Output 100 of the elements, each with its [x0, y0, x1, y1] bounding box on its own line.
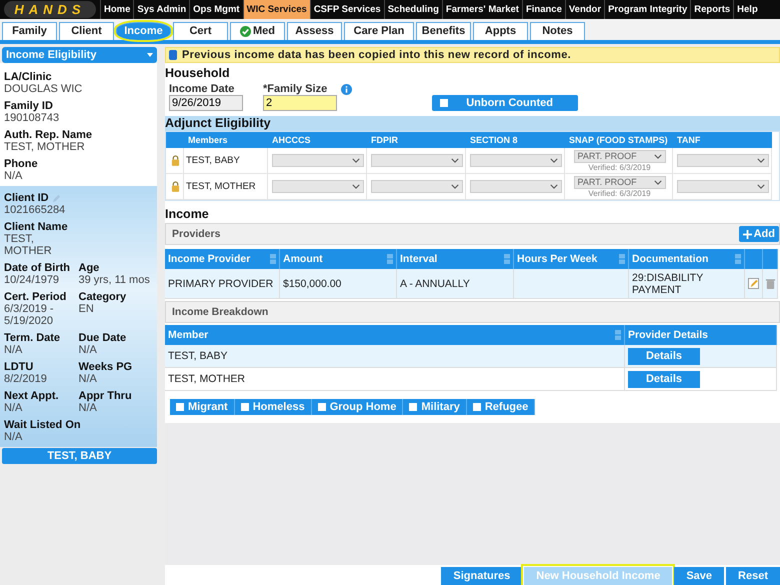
details-button[interactable]: Details [628, 348, 700, 364]
pencil-icon[interactable] [52, 194, 61, 202]
tab[interactable]: Care Plan [344, 22, 414, 40]
field-label: Next Appt. [4, 390, 60, 402]
field-label: Date of Birth [4, 262, 71, 274]
tab[interactable]: Med [230, 22, 285, 40]
sort-icon[interactable] [387, 254, 393, 264]
caret-icon [654, 180, 662, 184]
section-title: Adjunct Eligibility [165, 115, 271, 130]
info-icon [169, 50, 177, 60]
field-value: N/A [4, 344, 24, 356]
sort-icon[interactable] [615, 330, 621, 340]
caret-icon [757, 158, 765, 163]
field-label: Client Name [4, 221, 69, 233]
sort-icon[interactable] [504, 254, 510, 264]
field-label: Appr Thru [78, 390, 133, 402]
panel-title: Income Breakdown [172, 306, 268, 318]
field-label: Category [78, 291, 128, 303]
dropdown[interactable] [677, 154, 769, 167]
tab[interactable]: Assess [287, 22, 342, 40]
client-button[interactable]: TEST, BABY [2, 448, 157, 464]
header-cell [763, 249, 778, 269]
field-label: *Family Size [263, 83, 328, 95]
trash-icon[interactable] [764, 278, 776, 289]
checkbox[interactable]: Group Home [312, 399, 404, 415]
dropdown[interactable] [470, 180, 562, 193]
tab[interactable]: Appts [473, 22, 528, 40]
family-size-field[interactable]: 2 [263, 95, 337, 111]
column-header: Members [184, 132, 268, 148]
section-dropdown[interactable]: Income Eligibility [2, 47, 157, 63]
field-label: Cert. Period [4, 291, 68, 303]
section-title: Household [165, 65, 231, 80]
banner-text: Previous income data has been copied into this new record of income. [182, 49, 571, 61]
caret-icon [352, 158, 360, 163]
column-header[interactable]: Member [165, 325, 625, 345]
field-value: N/A [78, 344, 98, 356]
table-cell: TEST, BABY [165, 345, 625, 368]
column-header[interactable]: Documentation [629, 249, 745, 269]
column-header[interactable]: Amount [280, 249, 397, 269]
dropdown[interactable] [272, 154, 364, 167]
column-header: FDPIR [367, 132, 466, 148]
column-header[interactable]: Interval [397, 249, 514, 269]
tab[interactable]: Cert [173, 22, 228, 40]
table-cell: TEST, BABY [184, 148, 268, 174]
dropdown[interactable] [677, 180, 769, 193]
panel-title: Providers [172, 228, 220, 240]
field-label: Family ID [4, 100, 54, 112]
checkbox[interactable]: Migrant [170, 399, 235, 415]
caret-icon [352, 184, 360, 189]
dropdown[interactable] [470, 154, 562, 167]
dropdown[interactable] [371, 180, 463, 193]
sort-icon[interactable] [619, 254, 625, 264]
action-button[interactable]: Signatures [441, 567, 522, 585]
tab[interactable]: Income [116, 22, 171, 40]
tab[interactable]: Notes [530, 22, 585, 40]
dropdown[interactable] [371, 154, 463, 167]
field-value: N/A [4, 431, 24, 443]
tab[interactable]: Client [59, 22, 114, 40]
section-title: Income [165, 206, 210, 221]
caret-icon [757, 184, 765, 189]
unborn-counted-checkbox[interactable]: Unborn Counted [432, 95, 578, 111]
edit-icon[interactable] [748, 278, 759, 289]
header-cell [166, 132, 184, 148]
checkbox[interactable]: Military [403, 399, 467, 415]
field-label: Income Date [169, 83, 236, 95]
column-header: SECTION 8 [466, 132, 565, 148]
field-label: Auth. Rep. Name [4, 129, 94, 141]
caret-icon [451, 158, 459, 163]
field-value: EN [78, 303, 95, 315]
field-value: TEST, MOTHER [4, 141, 86, 153]
field-value: N/A [4, 170, 24, 182]
header-cell [745, 249, 763, 269]
column-header[interactable]: Income Provider [165, 249, 280, 269]
table-cell: $150,000.00 [280, 269, 397, 299]
table-cell: 29:DISABILITY PAYMENT [629, 269, 745, 299]
action-button[interactable]: Save [674, 567, 724, 585]
sort-icon[interactable] [735, 254, 741, 264]
field-value: 1021665284 [4, 204, 66, 216]
field-value: 6/3/2019 - 5/19/2020 [4, 303, 55, 327]
info-icon[interactable] [341, 84, 352, 94]
sort-icon[interactable] [270, 254, 276, 264]
checkbox[interactable]: Homeless [234, 399, 312, 415]
income-date-field[interactable]: 9/26/2019 [169, 95, 243, 111]
action-button[interactable]: Reset [726, 567, 780, 585]
tab[interactable]: Benefits [416, 22, 471, 40]
nav-menu-item[interactable]: WIC Services [242, 0, 310, 19]
caret-icon [550, 158, 558, 163]
field-value: N/A [4, 402, 24, 414]
checkbox[interactable]: Refugee [466, 399, 536, 415]
details-button[interactable]: Details [628, 370, 700, 388]
dropdown[interactable]: PART. PROOF [574, 176, 666, 188]
dropdown[interactable] [272, 180, 364, 193]
column-header[interactable]: Hours Per Week [514, 249, 629, 269]
add-button[interactable]: Add [738, 226, 779, 242]
field-label: Due Date [78, 332, 128, 344]
tab[interactable]: Family [2, 22, 57, 40]
field-label: LA/Clinic [4, 71, 53, 83]
verified-note: Verified: 6/3/2019 [588, 162, 651, 172]
table-cell: PRIMARY PROVIDER [165, 269, 280, 299]
dropdown[interactable]: PART. PROOF [574, 150, 666, 162]
